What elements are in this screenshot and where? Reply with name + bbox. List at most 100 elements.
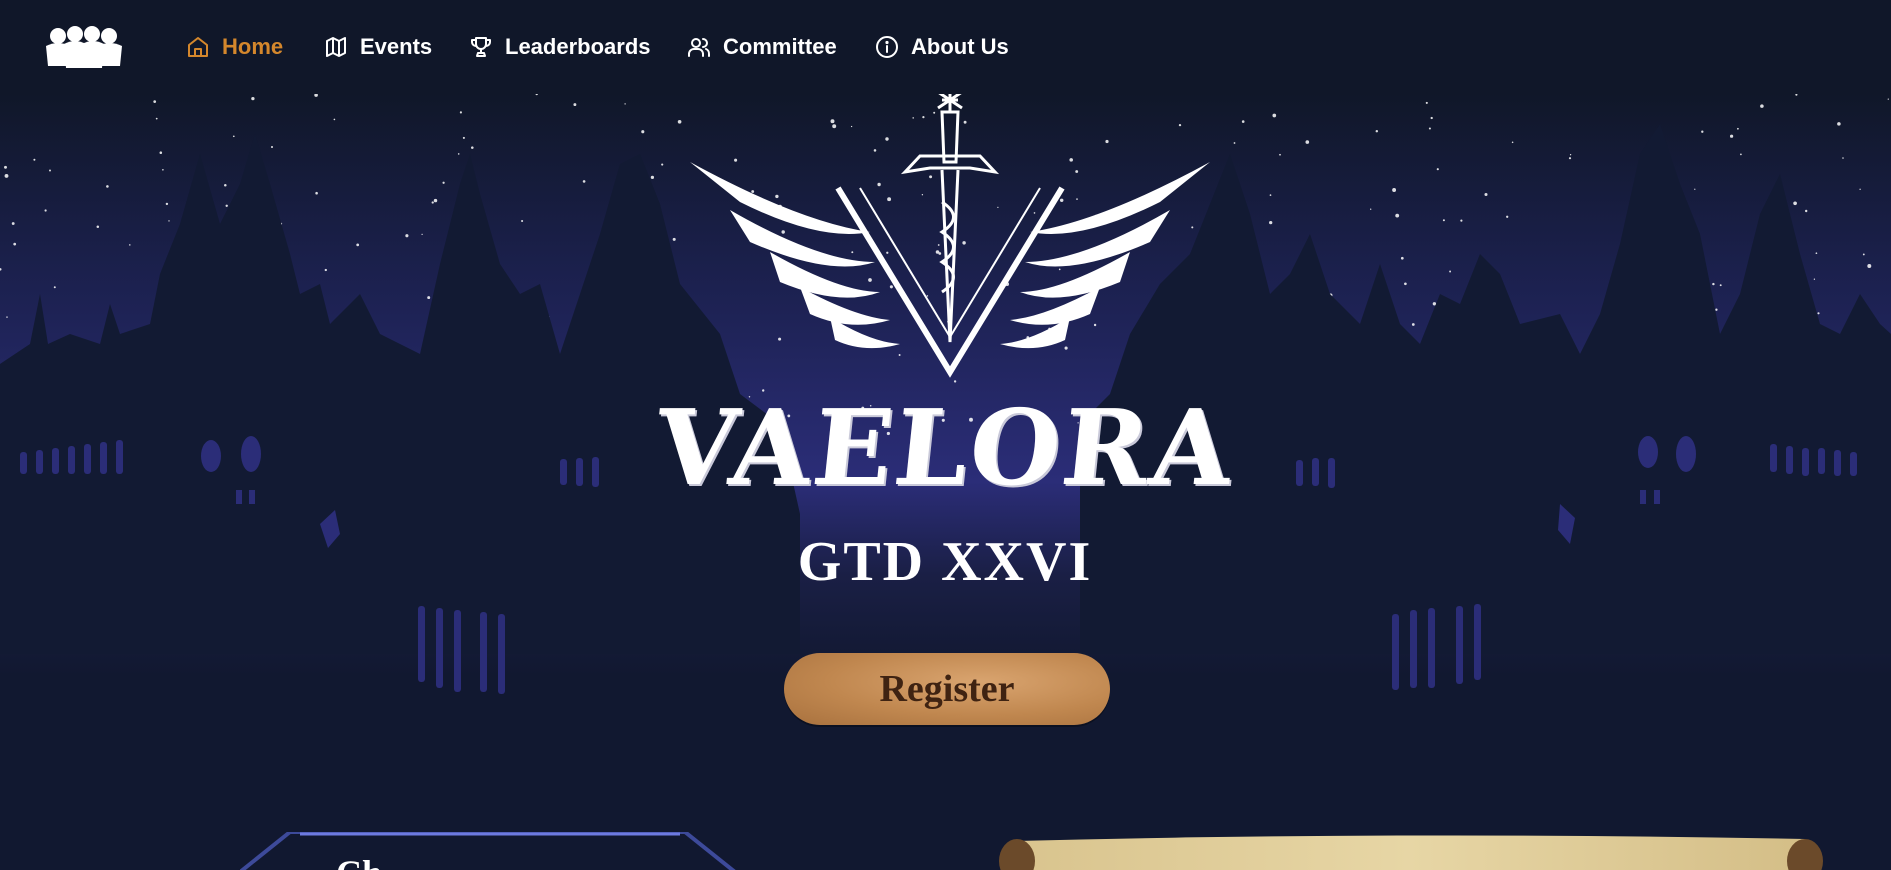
trophy-icon bbox=[471, 37, 491, 57]
star bbox=[1506, 215, 1509, 218]
star bbox=[232, 135, 235, 138]
nav-about-us-label: About Us bbox=[911, 34, 1009, 59]
star bbox=[582, 180, 586, 183]
star bbox=[1392, 188, 1397, 192]
star bbox=[4, 173, 9, 178]
star bbox=[251, 96, 255, 101]
star bbox=[1241, 120, 1245, 123]
nav-leaderboards-label: Leaderboards bbox=[505, 34, 651, 59]
hero-subtitle: GTD XXVI bbox=[797, 531, 1093, 593]
star bbox=[153, 100, 157, 103]
star bbox=[1511, 141, 1514, 144]
star bbox=[1813, 278, 1816, 280]
star bbox=[1436, 168, 1439, 171]
star bbox=[1484, 192, 1488, 197]
star bbox=[1449, 270, 1452, 273]
star bbox=[1712, 282, 1715, 286]
star bbox=[433, 198, 438, 203]
star bbox=[53, 286, 56, 289]
register-button[interactable]: Register bbox=[784, 653, 1110, 725]
star bbox=[356, 243, 360, 247]
star bbox=[1740, 153, 1742, 156]
star bbox=[459, 111, 462, 114]
star bbox=[1793, 201, 1797, 206]
star bbox=[13, 242, 17, 246]
star bbox=[1269, 220, 1273, 225]
star bbox=[1701, 130, 1704, 133]
map-icon bbox=[326, 37, 346, 57]
star bbox=[1719, 284, 1722, 287]
star bbox=[1859, 188, 1861, 190]
star bbox=[1272, 113, 1277, 118]
nav-committee-label: Committee bbox=[723, 34, 837, 59]
star bbox=[1430, 116, 1433, 120]
star bbox=[1305, 140, 1310, 144]
star bbox=[1269, 194, 1272, 196]
star bbox=[1233, 142, 1236, 144]
users-icon bbox=[688, 38, 710, 57]
star bbox=[1842, 157, 1844, 159]
star bbox=[1460, 219, 1463, 222]
star bbox=[1425, 101, 1428, 104]
nav-leaderboards[interactable]: Leaderboards bbox=[469, 30, 651, 64]
nav-about-us[interactable]: About Us bbox=[875, 30, 1009, 64]
nav-home-label: Home bbox=[222, 34, 284, 59]
star bbox=[315, 191, 318, 195]
star bbox=[573, 103, 577, 107]
star bbox=[49, 169, 51, 172]
star bbox=[168, 220, 170, 222]
star bbox=[431, 201, 434, 204]
star bbox=[1442, 219, 1445, 222]
star bbox=[155, 117, 158, 120]
star bbox=[641, 130, 645, 134]
nav-events-label: Events bbox=[360, 34, 433, 59]
star bbox=[672, 237, 676, 241]
star bbox=[1568, 157, 1572, 160]
star bbox=[1694, 188, 1696, 190]
star bbox=[1432, 302, 1437, 306]
star bbox=[1804, 209, 1808, 213]
info-icon bbox=[876, 36, 898, 58]
star bbox=[224, 184, 227, 187]
parchment-scroll bbox=[999, 835, 1823, 870]
star bbox=[1428, 127, 1431, 130]
nav-committee[interactable]: Committee bbox=[687, 30, 837, 64]
nav-home[interactable]: Home bbox=[186, 30, 283, 64]
hero-section: VAELORA GTD XXVI Register Ch bbox=[0, 94, 1891, 870]
star bbox=[1760, 104, 1764, 108]
community-people-icon[interactable] bbox=[44, 26, 124, 68]
star bbox=[1569, 154, 1572, 156]
star bbox=[165, 202, 169, 206]
star bbox=[159, 151, 163, 154]
star bbox=[1375, 129, 1379, 133]
star bbox=[6, 316, 8, 318]
star bbox=[1867, 264, 1872, 268]
star bbox=[1404, 282, 1407, 286]
star bbox=[1279, 153, 1281, 156]
star bbox=[106, 185, 109, 188]
star bbox=[471, 146, 474, 149]
star bbox=[1887, 98, 1889, 100]
star bbox=[225, 204, 228, 207]
star bbox=[1370, 208, 1372, 210]
star bbox=[96, 225, 100, 229]
star bbox=[1862, 253, 1865, 256]
star bbox=[650, 175, 655, 180]
home-icon bbox=[188, 37, 208, 57]
star bbox=[11, 222, 15, 225]
star bbox=[44, 209, 47, 212]
star bbox=[427, 296, 431, 300]
star bbox=[1715, 308, 1718, 311]
top-navbar: Home Events Leaderboards Committee About… bbox=[0, 0, 1891, 94]
star bbox=[1411, 323, 1415, 326]
nav-events[interactable]: Events bbox=[324, 30, 432, 64]
star bbox=[1400, 256, 1404, 260]
star bbox=[462, 136, 465, 139]
star bbox=[1815, 252, 1818, 255]
star bbox=[1737, 127, 1739, 130]
star bbox=[1837, 122, 1841, 126]
star bbox=[129, 244, 131, 246]
star bbox=[162, 169, 164, 171]
star bbox=[457, 153, 460, 155]
star bbox=[661, 163, 664, 166]
